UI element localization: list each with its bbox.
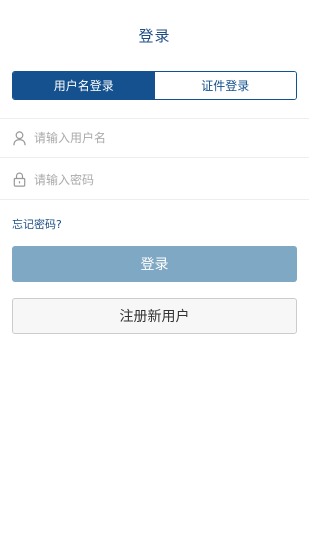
register-button[interactable]: 注册新用户 (12, 298, 297, 334)
login-button[interactable]: 登录 (12, 246, 297, 282)
page-title: 登录 (138, 27, 171, 45)
login-mode-tabs: 用户名登录 证件登录 (12, 71, 297, 100)
forgot-password-link[interactable]: 忘记密码? (12, 216, 62, 232)
password-row (0, 160, 309, 200)
username-row (0, 118, 309, 158)
lock-icon (12, 172, 26, 188)
tab-username-login[interactable]: 用户名登录 (13, 72, 155, 99)
user-icon (12, 130, 26, 146)
username-input[interactable] (34, 131, 274, 145)
tab-id-card-login[interactable]: 证件登录 (154, 72, 296, 99)
password-input[interactable] (34, 172, 274, 187)
